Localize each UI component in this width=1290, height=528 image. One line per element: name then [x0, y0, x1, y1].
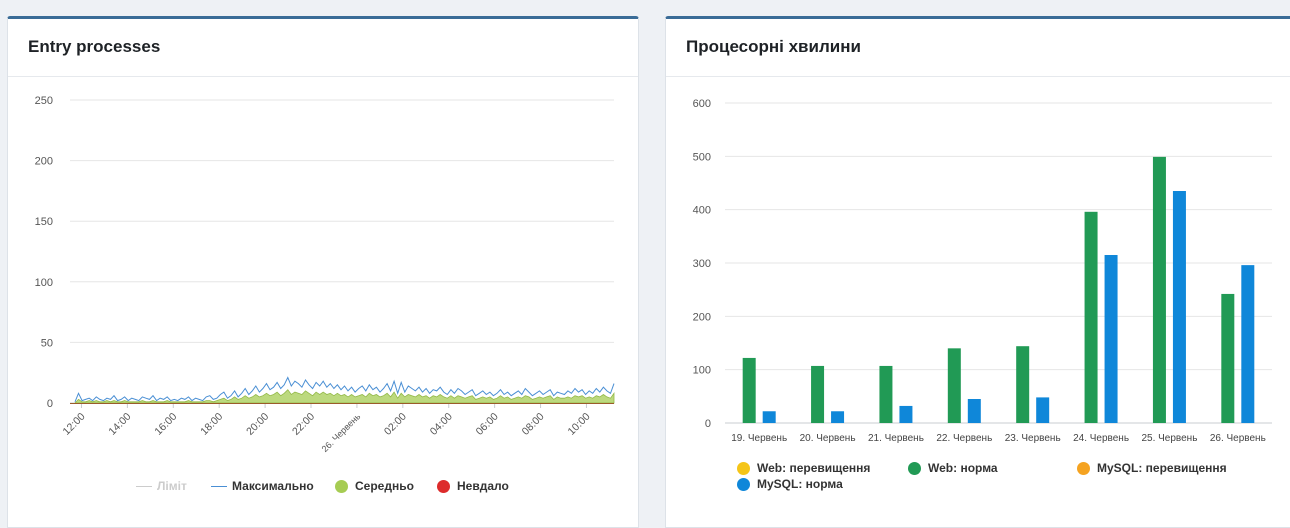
mysql-over-dot-icon	[1077, 461, 1090, 475]
cpu-minutes-card: Процесорні хвилини 0 100 200 300 400 500 600 19…	[665, 16, 1290, 528]
legend-label-fail: Невдало	[457, 479, 509, 493]
x-tick-label: 06:00	[474, 411, 501, 438]
bar-mysql-norm	[967, 399, 981, 423]
bar-web-norm	[879, 365, 893, 423]
bar-mysql-norm	[762, 411, 776, 423]
x-tick-label: 20:00	[244, 411, 271, 438]
avg-dot-icon	[335, 479, 348, 493]
avg-series-area	[74, 389, 615, 404]
entry-processes-card: Entry processes 0 50 100 150 200 250 12:00 14:0…	[7, 16, 639, 528]
x-tick-label: 04:00	[428, 411, 455, 438]
bar-mysql-norm	[1104, 255, 1118, 423]
x-tick-label: 18:00	[198, 411, 225, 438]
bar-web-norm	[1016, 346, 1030, 423]
legend-item-max[interactable]: Максимально	[211, 479, 314, 493]
y-tick-label: 100	[693, 365, 711, 377]
bar-mysql-norm	[899, 405, 913, 423]
bar-web-norm	[1221, 293, 1235, 423]
x-category-label: 20. Червень	[800, 433, 856, 444]
x-category-label: 24. Червень	[1073, 433, 1129, 444]
x-tick-label: 26. Червень	[320, 411, 363, 454]
x-category-label: 23. Червень	[1005, 433, 1061, 444]
max-line-icon	[211, 485, 227, 487]
legend-label-max: Максимально	[232, 479, 314, 493]
legend-item-fail[interactable]: Невдало	[437, 479, 509, 493]
bar-mysql-norm	[1036, 397, 1050, 423]
x-category-label: 26. Червень	[1210, 433, 1266, 444]
x-tick-label: 14:00	[106, 411, 133, 438]
bar-web-norm	[1152, 156, 1166, 423]
legend-label-avg: Середньо	[355, 479, 414, 493]
x-tick-label: 10:00	[566, 411, 593, 438]
y-tick-label: 250	[35, 95, 53, 107]
bar-web-norm	[811, 365, 825, 423]
y-tick-label: 100	[35, 277, 53, 289]
x-category-label: 21. Червень	[868, 433, 924, 444]
bar-web-norm	[1084, 211, 1098, 423]
y-tick-label: 0	[705, 418, 711, 430]
legend-item-avg[interactable]: Середньо	[335, 479, 414, 493]
entry-processes-chart: 0 50 100 150 200 250 12:00 14:00 16:00 18:00 20:00…	[35, 95, 615, 454]
x-tick-label: 16:00	[152, 411, 179, 438]
legend-label-web-norm: Web: норма	[928, 461, 998, 475]
y-tick-label: 50	[41, 337, 53, 349]
cpu-minutes-chart: 0 100 200 300 400 500 600 19. Червень 20. Червен…	[693, 98, 1272, 444]
bar-web-norm	[947, 348, 961, 423]
x-category-label: 19. Червень	[731, 433, 787, 444]
legend-item-web-over[interactable]: Web: перевищення	[737, 461, 870, 475]
x-category-label: 22. Червень	[936, 433, 992, 444]
bar-mysql-norm	[1172, 191, 1186, 423]
x-tick-label: 12:00	[61, 411, 88, 438]
y-tick-label: 600	[693, 98, 711, 110]
web-norm-dot-icon	[908, 461, 921, 475]
x-tick-label: 22:00	[290, 411, 317, 438]
y-tick-label: 200	[693, 311, 711, 323]
legend-label-web-over: Web: перевищення	[757, 461, 871, 475]
legend-item-mysql-norm[interactable]: MySQL: норма	[737, 477, 843, 491]
y-tick-label: 0	[47, 398, 53, 410]
bar-mysql-norm	[1241, 265, 1255, 423]
x-category-label: 25. Червень	[1141, 433, 1197, 444]
mysql-norm-dot-icon	[737, 477, 750, 491]
legend-label-mysql-norm: MySQL: норма	[757, 477, 843, 491]
x-tick-label: 08:00	[520, 411, 547, 438]
bar-mysql-norm	[831, 411, 845, 423]
legend-item-web-norm[interactable]: Web: норма	[908, 461, 998, 475]
legend-item-limit[interactable]: Ліміт	[136, 479, 187, 493]
legend-item-mysql-over[interactable]: MySQL: перевищення	[1077, 461, 1227, 475]
y-tick-label: 500	[693, 151, 711, 163]
x-tick-label: 02:00	[382, 411, 409, 438]
y-tick-label: 300	[693, 258, 711, 270]
legend-label-limit: Ліміт	[157, 479, 187, 493]
web-over-dot-icon	[737, 461, 750, 475]
limit-line-icon	[136, 485, 152, 487]
bar-web-norm	[742, 357, 756, 423]
y-tick-label: 200	[35, 156, 53, 168]
y-tick-label: 400	[693, 205, 711, 217]
y-tick-label: 150	[35, 216, 53, 228]
legend-label-mysql-over: MySQL: перевищення	[1097, 461, 1227, 475]
fail-dot-icon	[437, 479, 450, 493]
